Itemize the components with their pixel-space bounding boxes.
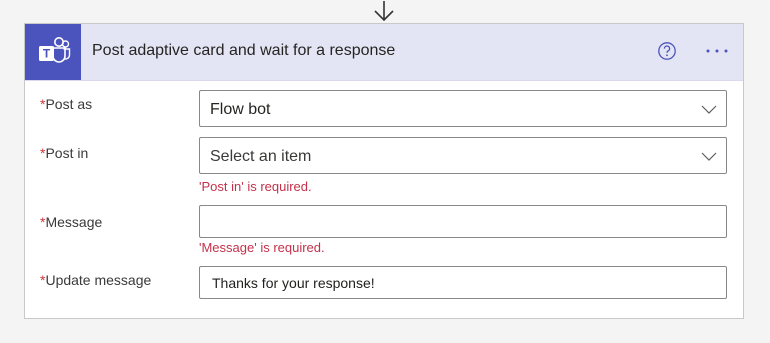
- update-message-label: *Update message: [40, 272, 151, 288]
- chevron-down-icon[interactable]: [701, 150, 717, 162]
- chevron-down-icon[interactable]: [701, 103, 717, 115]
- question-circle-icon[interactable]: [657, 41, 677, 61]
- teams-logo-letter: T: [43, 47, 51, 61]
- post-in-dropdown[interactable]: Select an item: [199, 137, 727, 174]
- update-message-value: Thanks for your response!: [212, 275, 375, 291]
- post-in-error: 'Post in' is required.: [199, 179, 312, 194]
- action-title: Post adaptive card and wait for a respon…: [92, 42, 396, 59]
- post-as-label: *Post as: [40, 96, 92, 112]
- update-message-label-text: Update message: [45, 272, 152, 288]
- arrow-down-icon: [374, 1, 394, 22]
- post-as-label-text: Post as: [45, 96, 93, 112]
- post-as-value: Flow bot: [210, 101, 271, 118]
- message-label-text: Message: [45, 214, 103, 230]
- teams-icon: T: [25, 24, 81, 80]
- message-label: *Message: [40, 214, 102, 230]
- post-in-label-text: Post in: [45, 145, 89, 161]
- message-input[interactable]: [199, 205, 727, 238]
- action-card: T Post adaptive card and wait for a resp…: [24, 23, 744, 319]
- post-in-label: *Post in: [40, 145, 88, 161]
- post-as-dropdown[interactable]: Flow bot: [199, 90, 727, 127]
- message-error: 'Message' is required.: [199, 240, 325, 255]
- post-in-placeholder: Select an item: [210, 148, 312, 165]
- action-header[interactable]: T Post adaptive card and wait for a resp…: [25, 24, 743, 81]
- ellipsis-icon[interactable]: [699, 39, 735, 63]
- update-message-input[interactable]: Thanks for your response!: [199, 266, 727, 299]
